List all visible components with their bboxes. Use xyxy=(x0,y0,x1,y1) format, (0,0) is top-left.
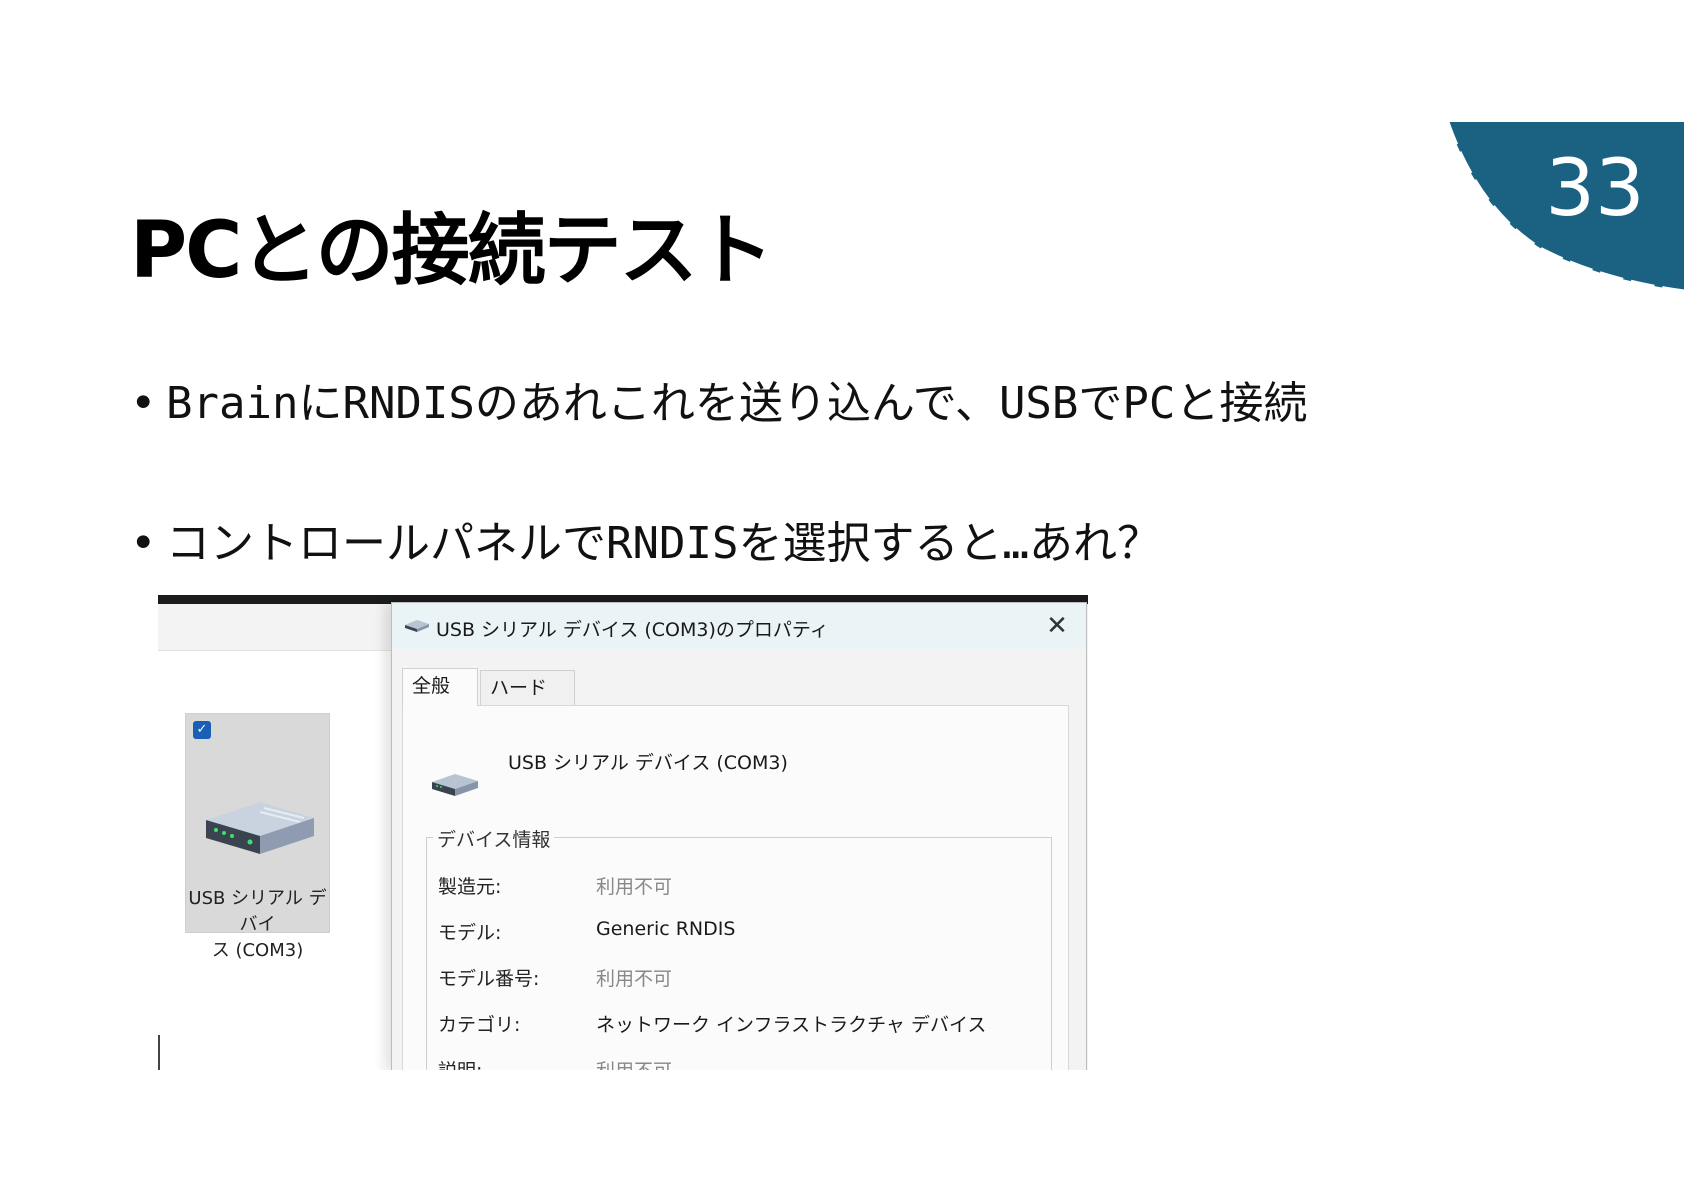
usb-device-icon xyxy=(206,802,314,854)
info-value: 利用不可 xyxy=(596,876,673,898)
dialog-titlebar: USB シリアル デバイス (COM3)のプロパティ ✕ xyxy=(392,603,1086,649)
device-info-group-title: デバイス情報 xyxy=(433,825,555,852)
properties-dialog: USB シリアル デバイス (COM3)のプロパティ ✕ 全般 ハードウェア U… xyxy=(391,602,1087,1070)
dialog-title: USB シリアル デバイス (COM3)のプロパティ xyxy=(436,619,829,641)
tab-general[interactable]: 全般 xyxy=(402,668,478,706)
device-name: USB シリアル デバイス (COM3) xyxy=(508,752,788,774)
page-number: 33 xyxy=(1545,144,1645,234)
info-label: モデル: xyxy=(438,922,502,944)
slide-title: PCとの接続テスト xyxy=(130,206,774,296)
device-tile[interactable]: ✓ USB シリアル デバイ ス (COM3) xyxy=(185,713,330,961)
checkbox-checked-icon[interactable]: ✓ xyxy=(193,721,211,739)
device-info-group: デバイス情報 製造元: 利用不可 モデル: Generic RNDIS モデル番… xyxy=(426,825,1052,1070)
device-tile-label: USB シリアル デバイ ス (COM3) xyxy=(188,886,327,964)
bullet-text: コントロールパネルでRNDISを選択すると…あれ？ xyxy=(166,518,1161,569)
bullet-dot: • xyxy=(130,518,157,569)
info-value: ネットワーク インフラストラクチャ デバイス xyxy=(596,1014,987,1036)
bullet-2: • コントロールパネルでRNDISを選択すると…あれ？ xyxy=(130,522,1161,566)
info-label: 説明: xyxy=(438,1056,482,1070)
bullet-1: • BrainにRNDISのあれこれを送り込んで、USBでPCと接続 xyxy=(130,382,1307,426)
info-value: 利用不可 xyxy=(596,968,673,990)
bullet-dot: • xyxy=(130,378,157,429)
info-label: カテゴリ: xyxy=(438,1014,521,1036)
usb-device-icon xyxy=(432,774,478,796)
info-value: 利用不可 xyxy=(596,1056,672,1070)
general-tab-panel: USB シリアル デバイス (COM3) デバイス情報 製造元: 利用不可 モデ… xyxy=(402,705,1069,1070)
close-icon[interactable]: ✕ xyxy=(1040,609,1074,643)
info-value: Generic RNDIS xyxy=(596,918,736,940)
device-tile-label-line2: ス (COM3) xyxy=(211,940,304,961)
explorer-toolbar xyxy=(158,604,398,651)
bullet-text: BrainにRNDISのあれこれを送り込んで、USBでPCと接続 xyxy=(166,378,1308,429)
info-label: モデル番号: xyxy=(438,968,540,990)
device-tile-label-line1: USB シリアル デバイ xyxy=(188,888,327,935)
window-edge xyxy=(158,1035,160,1070)
usb-device-icon xyxy=(405,620,429,632)
info-label: 製造元: xyxy=(438,876,502,898)
tab-hardware[interactable]: ハードウェア xyxy=(480,670,575,733)
embedded-screenshot: ✓ USB シリアル デバイ ス (COM3) USB シリアル デバイス (C… xyxy=(158,595,1088,1070)
